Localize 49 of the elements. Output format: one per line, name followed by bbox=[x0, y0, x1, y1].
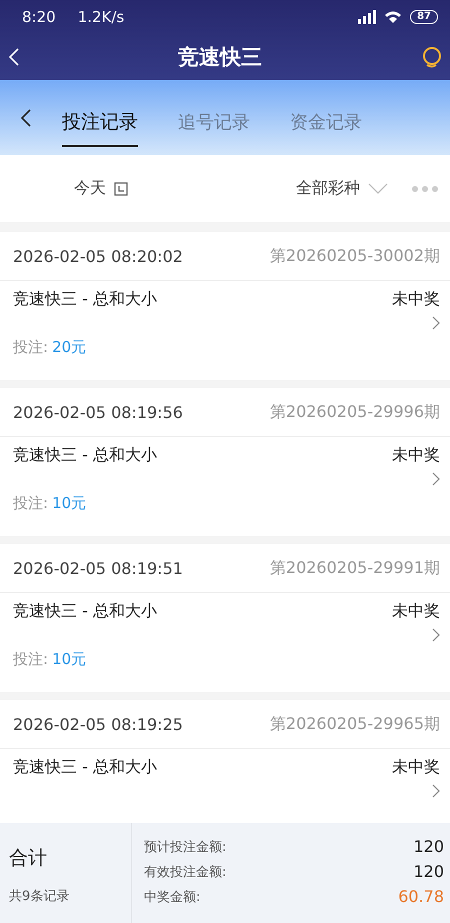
game-name: 竞速快三 - 总和大小 bbox=[13, 757, 157, 778]
battery-level: 87 bbox=[410, 10, 438, 24]
issue-number: 第20260205-29965期 bbox=[270, 714, 440, 734]
stake-amount: 10元 bbox=[52, 494, 86, 512]
record-time: 2026-02-05 08:19:56 bbox=[13, 402, 183, 422]
chevron-right-icon bbox=[432, 628, 440, 642]
summary-label: 中奖金额: bbox=[144, 888, 200, 906]
result-status: 未中奖 bbox=[392, 445, 440, 466]
record-card[interactable]: 2026-02-05 08:19:25 第20260205-29965期 竞速快三 - 总和大小 未中奖 bbox=[0, 700, 450, 823]
chevron-right-icon bbox=[432, 784, 440, 798]
summary-value: 120 bbox=[413, 862, 444, 881]
tab[interactable]: 投注记录 bbox=[62, 96, 138, 146]
issue-number: 第20260205-29996期 bbox=[270, 402, 440, 422]
result-status: 未中奖 bbox=[392, 601, 440, 622]
stake-label: 投注: bbox=[13, 338, 48, 356]
summary-value: 60.78 bbox=[398, 887, 444, 906]
issue-number: 第20260205-30002期 bbox=[270, 246, 440, 266]
game-name: 竞速快三 - 总和大小 bbox=[13, 289, 157, 310]
page-title: 竞速快三 bbox=[178, 44, 262, 71]
record-time: 2026-02-05 08:19:25 bbox=[13, 714, 183, 734]
chevron-down-icon bbox=[368, 182, 388, 194]
game-name: 竞速快三 - 总和大小 bbox=[13, 601, 157, 622]
result-status: 未中奖 bbox=[392, 757, 440, 778]
game-name: 竞速快三 - 总和大小 bbox=[13, 445, 157, 466]
signal-icon bbox=[356, 10, 376, 24]
summary-label: 有效投注金额: bbox=[144, 864, 226, 880]
summary-label: 预计投注金额: bbox=[144, 838, 226, 856]
record-time: 2026-02-05 08:19:51 bbox=[13, 558, 183, 578]
record-card[interactable]: 2026-02-05 08:20:02 第20260205-30002期 竞速快三 - 总和大小 未中奖 投注: 20元 bbox=[0, 232, 450, 380]
issue-number: 第20260205-29991期 bbox=[270, 558, 440, 578]
total-title: 合计 bbox=[9, 846, 48, 871]
lottery-filter[interactable]: 全部彩种 bbox=[296, 178, 360, 199]
summary-value: 120 bbox=[413, 837, 444, 856]
wifi-icon bbox=[384, 10, 402, 24]
date-filter[interactable]: 今天 bbox=[74, 178, 106, 199]
record-card[interactable]: 2026-02-05 08:19:56 第20260205-29996期 竞速快三 - 总和大小 未中奖 投注: 10元 bbox=[0, 388, 450, 536]
chevron-right-icon bbox=[432, 316, 440, 330]
chevron-right-icon bbox=[432, 472, 440, 486]
stake-amount: 20元 bbox=[52, 338, 86, 356]
record-card[interactable]: 2026-02-05 08:19:51 第20260205-29991期 竞速快三 - 总和大小 未中奖 投注: 10元 bbox=[0, 544, 450, 692]
stake-amount: 10元 bbox=[52, 650, 86, 668]
record-count: 共9条记录 bbox=[9, 888, 70, 905]
record-time: 2026-02-05 08:20:02 bbox=[13, 246, 183, 266]
result-status: 未中奖 bbox=[392, 289, 440, 310]
network-speed: 1.2K/s bbox=[78, 8, 124, 26]
back-icon[interactable] bbox=[20, 108, 32, 128]
stake-label: 投注: bbox=[13, 494, 48, 512]
stake-label: 投注: bbox=[13, 650, 48, 668]
status-time: 8:20 bbox=[22, 8, 56, 26]
